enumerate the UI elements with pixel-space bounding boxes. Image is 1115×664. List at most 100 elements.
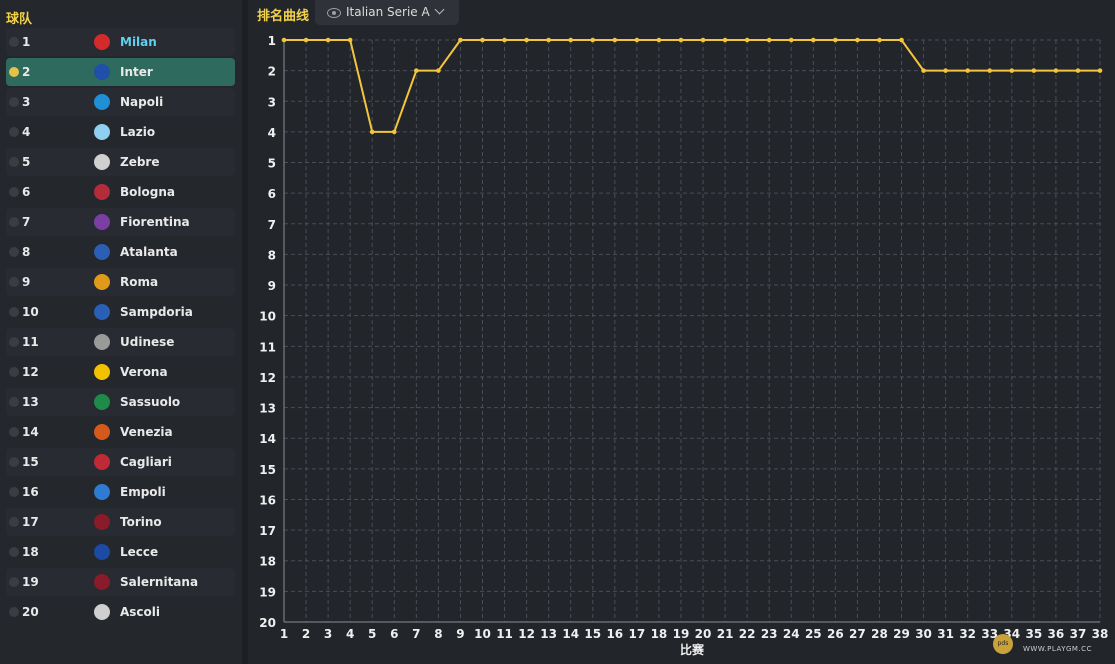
- ranking-point[interactable]: [391, 129, 397, 135]
- team-crest-icon: [94, 34, 110, 50]
- team-row[interactable]: 14 Venezia: [6, 418, 235, 446]
- row-marker-icon: [9, 307, 19, 317]
- team-name[interactable]: Venezia: [120, 425, 173, 439]
- ranking-point[interactable]: [1031, 68, 1037, 73]
- ranking-point[interactable]: [899, 37, 904, 43]
- ranking-point[interactable]: [1075, 68, 1081, 73]
- row-marker-icon: [9, 427, 19, 437]
- ranking-point[interactable]: [678, 37, 684, 43]
- team-row[interactable]: 6 Bologna: [6, 178, 235, 206]
- team-name[interactable]: Salernitana: [120, 575, 198, 589]
- ranking-point[interactable]: [634, 37, 640, 43]
- team-row[interactable]: 5 Zebre: [6, 148, 235, 176]
- team-row[interactable]: 16 Empoli: [6, 478, 235, 506]
- team-row[interactable]: 7 Fiorentina: [6, 208, 235, 236]
- ranking-point[interactable]: [855, 37, 860, 43]
- ranking-point[interactable]: [590, 37, 596, 43]
- team-row[interactable]: 2 Inter: [6, 58, 235, 86]
- ranking-point[interactable]: [303, 37, 309, 43]
- ranking-point[interactable]: [722, 37, 728, 43]
- ranking-point[interactable]: [810, 37, 816, 43]
- team-name[interactable]: Bologna: [120, 185, 175, 199]
- team-position: 17: [22, 515, 39, 529]
- x-tick-label: 6: [390, 627, 398, 641]
- team-crest-icon: [94, 64, 110, 80]
- ranking-point[interactable]: [325, 37, 331, 43]
- team-row[interactable]: 10 Sampdoria: [6, 298, 235, 326]
- team-name[interactable]: Cagliari: [120, 455, 172, 469]
- team-crest-icon: [94, 184, 110, 200]
- team-name[interactable]: Ascoli: [120, 605, 160, 619]
- x-tick-label: 24: [783, 627, 800, 641]
- ranking-point[interactable]: [833, 37, 838, 43]
- team-row[interactable]: 9 Roma: [6, 268, 235, 296]
- team-name[interactable]: Fiorentina: [120, 215, 190, 229]
- ranking-point[interactable]: [921, 68, 926, 73]
- team-name[interactable]: Milan: [120, 35, 157, 49]
- y-tick-label: 7: [268, 218, 276, 232]
- ranking-point[interactable]: [414, 68, 419, 73]
- team-name[interactable]: Zebre: [120, 155, 160, 169]
- team-name[interactable]: Sassuolo: [120, 395, 180, 409]
- team-position: 11: [22, 335, 39, 349]
- ranking-point[interactable]: [546, 37, 551, 43]
- x-tick-label: 13: [540, 627, 557, 641]
- team-name[interactable]: Torino: [120, 515, 162, 529]
- ranking-point[interactable]: [788, 37, 794, 43]
- x-tick-label: 10: [474, 627, 491, 641]
- ranking-point[interactable]: [656, 37, 662, 43]
- ranking-point[interactable]: [877, 37, 882, 43]
- team-row[interactable]: 12 Verona: [6, 358, 235, 386]
- team-name[interactable]: Lecce: [120, 545, 158, 559]
- team-row[interactable]: 4 Lazio: [6, 118, 235, 146]
- ranking-point[interactable]: [1053, 68, 1059, 73]
- ranking-point[interactable]: [1009, 68, 1015, 73]
- ranking-point[interactable]: [744, 37, 750, 43]
- x-tick-label: 32: [959, 627, 976, 641]
- team-row[interactable]: 17 Torino: [6, 508, 235, 536]
- team-name[interactable]: Inter: [120, 65, 153, 79]
- ranking-point[interactable]: [700, 37, 706, 43]
- team-row[interactable]: 3 Napoli: [6, 88, 235, 116]
- ranking-point[interactable]: [568, 37, 574, 43]
- team-name[interactable]: Empoli: [120, 485, 166, 499]
- team-row[interactable]: 15 Cagliari: [6, 448, 235, 476]
- team-row[interactable]: 1 Milan: [6, 28, 235, 56]
- league-dropdown[interactable]: Italian Serie A: [315, 0, 459, 25]
- team-name[interactable]: Udinese: [120, 335, 174, 349]
- team-row[interactable]: 8 Atalanta: [6, 238, 235, 266]
- ranking-point[interactable]: [347, 37, 353, 43]
- team-name[interactable]: Verona: [120, 365, 168, 379]
- team-row[interactable]: 18 Lecce: [6, 538, 235, 566]
- team-row[interactable]: 19 Salernitana: [6, 568, 235, 596]
- team-name[interactable]: Roma: [120, 275, 158, 289]
- x-tick-label: 26: [827, 627, 844, 641]
- ranking-point[interactable]: [766, 37, 772, 43]
- team-row[interactable]: 20 Ascoli: [6, 598, 235, 626]
- team-position: 3: [22, 95, 31, 109]
- x-tick-label: 8: [434, 627, 442, 641]
- x-tick-label: 23: [761, 627, 778, 641]
- ranking-point[interactable]: [1097, 68, 1103, 73]
- team-crest-icon: [94, 244, 110, 260]
- team-row[interactable]: 13 Sassuolo: [6, 388, 235, 416]
- ranking-point[interactable]: [369, 129, 375, 135]
- ranking-point[interactable]: [281, 37, 287, 43]
- team-row[interactable]: 11 Udinese: [6, 328, 235, 356]
- ranking-point[interactable]: [480, 37, 485, 43]
- ranking-point[interactable]: [612, 37, 618, 43]
- ranking-point[interactable]: [436, 68, 441, 73]
- team-crest-icon: [94, 214, 110, 230]
- team-name[interactable]: Sampdoria: [120, 305, 193, 319]
- team-position: 5: [22, 155, 31, 169]
- team-name[interactable]: Atalanta: [120, 245, 178, 259]
- ranking-point[interactable]: [965, 68, 970, 73]
- ranking-point[interactable]: [987, 68, 993, 73]
- ranking-point[interactable]: [458, 37, 463, 43]
- team-name[interactable]: Lazio: [120, 125, 155, 139]
- team-name[interactable]: Napoli: [120, 95, 163, 109]
- ranking-point[interactable]: [943, 68, 948, 73]
- x-tick-label: 21: [717, 627, 734, 641]
- ranking-point[interactable]: [524, 37, 529, 43]
- ranking-point[interactable]: [502, 37, 507, 43]
